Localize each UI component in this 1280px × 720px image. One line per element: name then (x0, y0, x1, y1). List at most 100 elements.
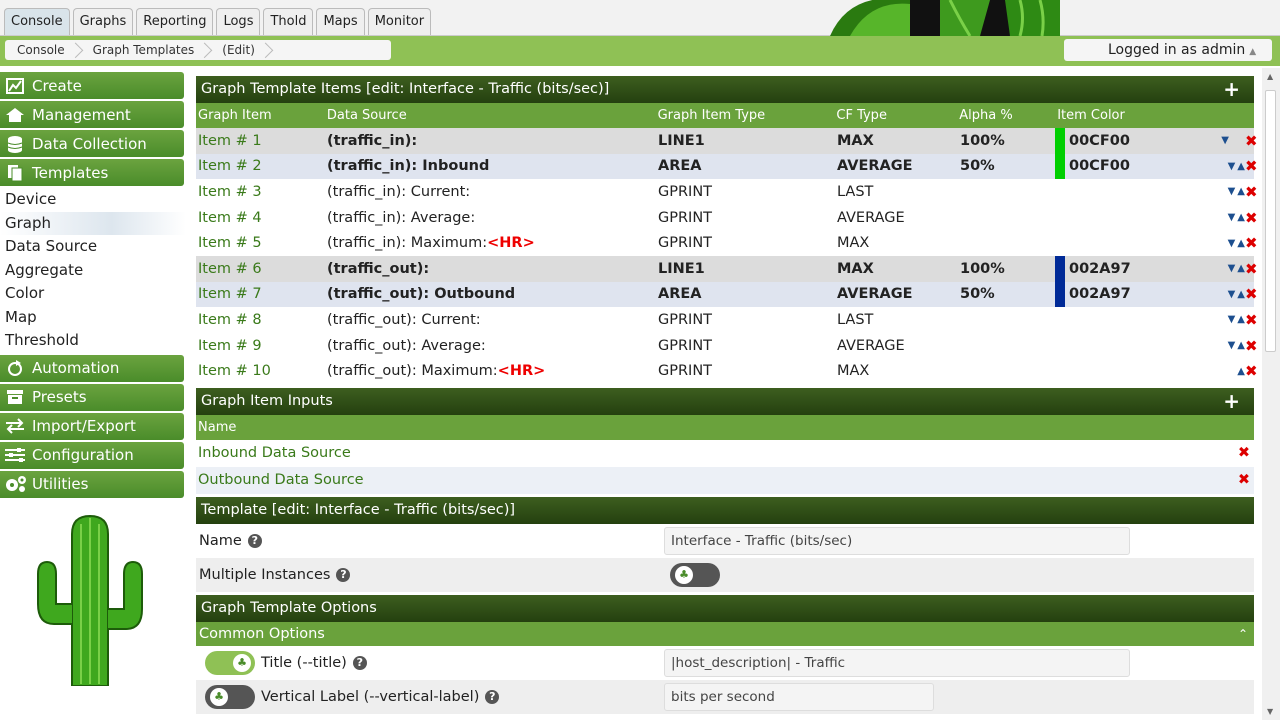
move-down-icon[interactable]: ▼ (1228, 263, 1236, 274)
item-link[interactable]: Item # 7 (196, 286, 324, 302)
help-icon[interactable]: ? (247, 533, 262, 548)
move-down-icon[interactable]: ▼ (1228, 314, 1236, 325)
tab-thold[interactable]: Thold (263, 8, 314, 35)
breadcrumb-console[interactable]: Console (5, 40, 81, 60)
input-row[interactable]: Inbound Data Source ✖ (196, 440, 1254, 467)
item-link[interactable]: Item # 4 (196, 210, 324, 226)
table-row[interactable]: Item # 3 (traffic_in): Current: GPRINT LAST… (196, 179, 1258, 205)
item-link[interactable]: Item # 10 (196, 363, 324, 379)
sidebar-item-threshold[interactable]: Threshold (0, 329, 186, 353)
sidebar-item-device[interactable]: Device (0, 188, 186, 212)
breadcrumb-graph-templates[interactable]: Graph Templates (81, 40, 211, 60)
delete-icon[interactable]: ✖ (1238, 445, 1250, 461)
col-cf-type[interactable]: CF Type (833, 108, 955, 123)
table-row[interactable]: Item # 1 (traffic_in): LINE1 MAX 100% 00CF00 ▼… (196, 128, 1258, 154)
multi-instances-toggle[interactable]: ♣ (670, 562, 720, 587)
delete-icon[interactable]: ✖ (1245, 234, 1258, 252)
scroll-down-icon[interactable]: ▼ (1267, 707, 1273, 716)
item-link[interactable]: Item # 6 (196, 261, 324, 277)
sidebar-presets[interactable]: Presets (0, 383, 184, 411)
sidebar-data-collection[interactable]: Data Collection (0, 130, 184, 157)
sidebar-management[interactable]: Management (0, 101, 184, 128)
move-down-icon[interactable]: ▼ (1228, 238, 1236, 249)
table-row[interactable]: Item # 10 (traffic_out): Maximum:<HR> GPRI… (196, 358, 1258, 384)
tab-maps[interactable]: Maps (316, 8, 365, 35)
delete-icon[interactable]: ✖ (1238, 472, 1250, 488)
sidebar-import-export[interactable]: Import/Export (0, 412, 184, 440)
tab-logs[interactable]: Logs (216, 8, 261, 35)
common-options-header[interactable]: Common Options ⌃ (196, 621, 1254, 646)
col-data-source[interactable]: Data Source (324, 108, 655, 123)
tab-graphs[interactable]: Graphs (72, 8, 134, 35)
delete-icon[interactable]: ✖ (1245, 183, 1258, 201)
move-up-icon[interactable]: ▲ (1237, 263, 1245, 274)
move-down-icon[interactable]: ▼ (1228, 186, 1236, 197)
input-name[interactable]: Outbound Data Source (198, 472, 364, 488)
delete-icon[interactable]: ✖ (1245, 132, 1258, 150)
collapse-icon[interactable]: ⌃ (1238, 622, 1248, 646)
sidebar-configuration[interactable]: Configuration (0, 441, 184, 469)
sidebar-templates[interactable]: Templates (0, 159, 184, 186)
tab-reporting[interactable]: Reporting (136, 8, 214, 35)
table-row[interactable]: Item # 2 (traffic_in): Inbound AREA AVERAGE… (196, 153, 1258, 180)
col-name[interactable]: Name (198, 420, 236, 435)
table-row[interactable]: Item # 7 (traffic_out): Outbound AREA AVERA… (196, 281, 1258, 308)
move-up-icon[interactable]: ▲ (1237, 161, 1245, 172)
scrollbar[interactable]: ▲ ▼ (1262, 68, 1280, 720)
scroll-up-icon[interactable]: ▲ (1267, 72, 1273, 81)
move-down-icon[interactable]: ▼ (1221, 135, 1229, 146)
table-row[interactable]: Item # 8 (traffic_out): Current: GPRINT LAS… (196, 307, 1258, 333)
table-row[interactable]: Item # 9 (traffic_out): Average: GPRINT AVE… (196, 333, 1258, 359)
scrollbar-thumb[interactable] (1265, 90, 1276, 352)
col-item-color[interactable]: Item Color (1054, 108, 1254, 123)
title-input[interactable]: |host_description| - Traffic (664, 648, 1130, 677)
move-down-icon[interactable]: ▼ (1228, 289, 1236, 300)
help-icon[interactable]: ? (336, 567, 351, 582)
delete-icon[interactable]: ✖ (1245, 362, 1258, 380)
col-alpha[interactable]: Alpha % (955, 108, 1054, 123)
move-down-icon[interactable]: ▼ (1228, 340, 1236, 351)
item-link[interactable]: Item # 3 (196, 184, 324, 200)
col-graph-item[interactable]: Graph Item (196, 108, 324, 123)
table-row[interactable]: Item # 4 (traffic_in): Average: GPRINT AVER… (196, 205, 1258, 231)
add-item-button[interactable]: + (1223, 76, 1240, 103)
sidebar-automation[interactable]: Automation (0, 354, 184, 382)
sidebar-item-aggregate[interactable]: Aggregate (0, 259, 186, 283)
vertical-label-toggle[interactable]: ♣ (205, 684, 255, 709)
sidebar-item-color[interactable]: Color (0, 282, 186, 306)
sidebar-item-map[interactable]: Map (0, 306, 186, 330)
move-down-icon[interactable]: ▼ (1228, 212, 1236, 223)
tab-monitor[interactable]: Monitor (367, 8, 432, 35)
delete-icon[interactable]: ✖ (1245, 209, 1258, 227)
name-input[interactable]: Interface - Traffic (bits/sec) (664, 526, 1130, 555)
move-down-icon[interactable]: ▼ (1228, 161, 1236, 172)
tab-console[interactable]: Console (4, 8, 70, 35)
move-up-icon[interactable]: ▲ (1237, 212, 1245, 223)
help-icon[interactable]: ? (485, 689, 500, 704)
delete-icon[interactable]: ✖ (1245, 157, 1258, 175)
move-up-icon[interactable]: ▲ (1237, 366, 1245, 377)
item-link[interactable]: Item # 2 (196, 158, 324, 174)
add-input-button[interactable]: + (1223, 388, 1240, 415)
sidebar-create[interactable]: Create (0, 72, 184, 99)
item-link[interactable]: Item # 9 (196, 338, 324, 354)
sidebar-utilities[interactable]: Utilities (0, 470, 184, 498)
item-link[interactable]: Item # 8 (196, 312, 324, 328)
delete-icon[interactable]: ✖ (1245, 260, 1258, 278)
delete-icon[interactable]: ✖ (1245, 337, 1258, 355)
item-link[interactable]: Item # 1 (196, 133, 324, 149)
col-graph-item-type[interactable]: Graph Item Type (655, 108, 834, 123)
move-up-icon[interactable]: ▲ (1237, 238, 1245, 249)
item-link[interactable]: Item # 5 (196, 235, 324, 251)
delete-icon[interactable]: ✖ (1245, 285, 1258, 303)
sidebar-item-graph[interactable]: Graph (0, 211, 186, 235)
move-up-icon[interactable]: ▲ (1237, 340, 1245, 351)
table-row[interactable]: Item # 5 (traffic_in): Maximum:<HR> GPRINT… (196, 230, 1258, 256)
move-up-icon[interactable]: ▲ (1237, 289, 1245, 300)
help-icon[interactable]: ? (352, 655, 367, 670)
input-row[interactable]: Outbound Data Source ✖ (196, 466, 1254, 494)
vertical-label-input[interactable]: bits per second (664, 682, 934, 711)
move-up-icon[interactable]: ▲ (1237, 314, 1245, 325)
user-menu[interactable]: Logged in as admin ▲ (1064, 39, 1272, 61)
title-toggle[interactable]: ♣ (205, 650, 255, 675)
